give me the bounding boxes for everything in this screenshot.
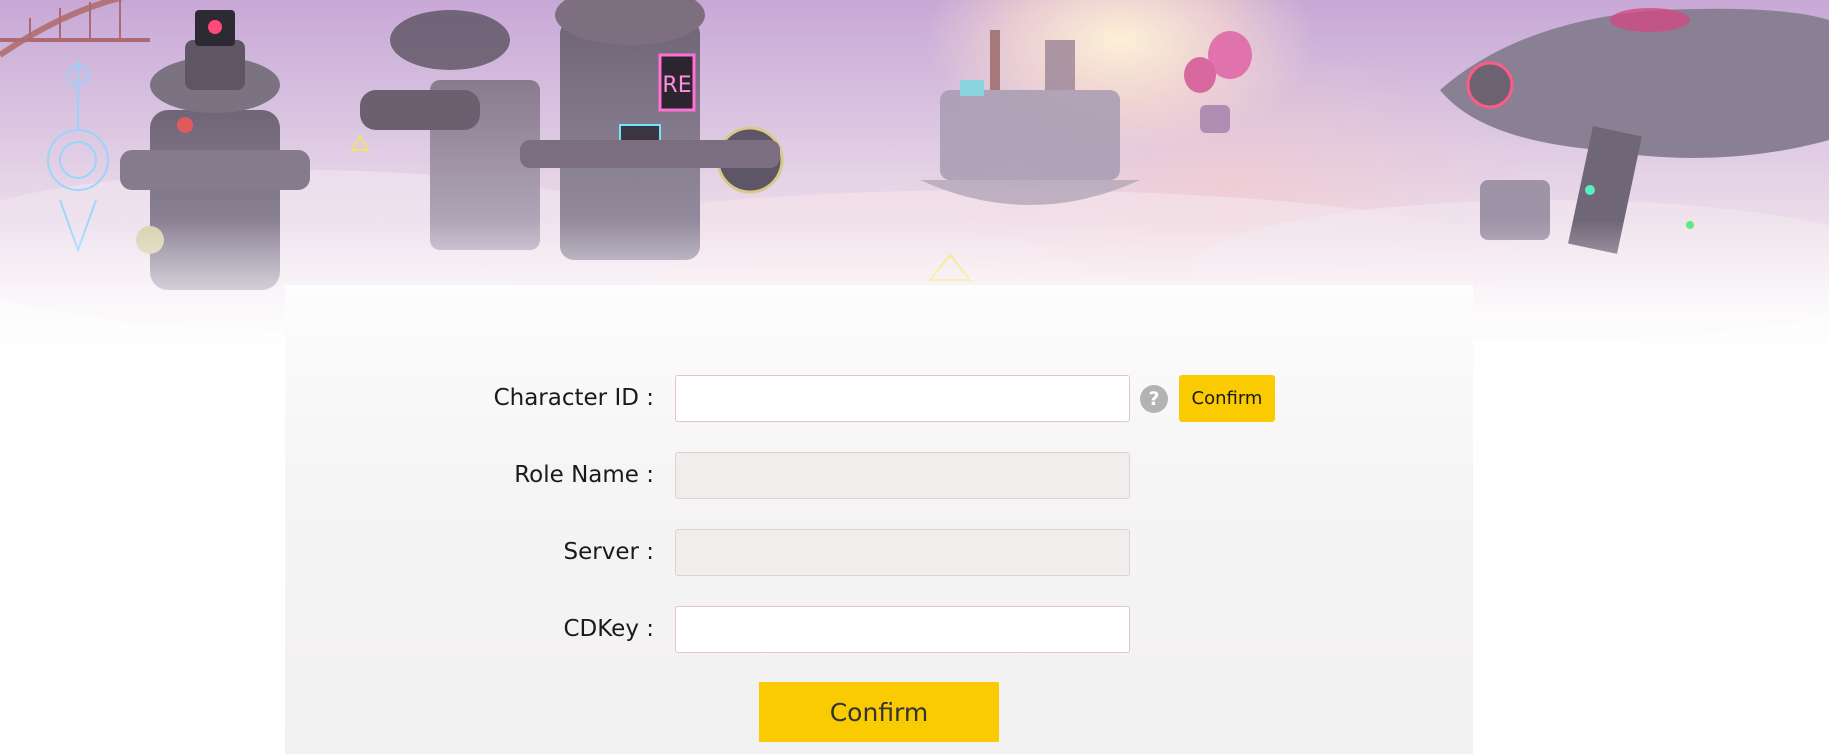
cdkey-row: CDKey : <box>285 606 1473 653</box>
floating-island-illustration <box>920 30 1140 205</box>
character-id-confirm-button[interactable]: Confirm <box>1179 375 1275 422</box>
character-id-row: Character ID : ? Confirm <box>285 375 1473 422</box>
role-name-label: Role Name : <box>514 462 654 488</box>
cdkey-label: CDKey : <box>563 616 654 642</box>
submit-confirm-button[interactable]: Confirm <box>759 682 999 742</box>
character-id-label: Character ID : <box>493 385 654 411</box>
server-row: Server : <box>285 529 1473 576</box>
server-field <box>675 529 1130 576</box>
character-id-input[interactable] <box>675 375 1130 422</box>
bridge-illustration <box>0 0 150 58</box>
banner-sign-text: RE <box>662 73 691 98</box>
balloon-illustration <box>1184 31 1252 133</box>
cdkey-input[interactable] <box>675 606 1130 653</box>
cdkey-redeem-panel: Character ID : ? Confirm Role Name : Ser… <box>285 285 1473 754</box>
server-label: Server : <box>563 539 654 565</box>
role-name-field <box>675 452 1130 499</box>
role-name-row: Role Name : <box>285 452 1473 499</box>
question-mark-icon[interactable]: ? <box>1140 385 1168 413</box>
